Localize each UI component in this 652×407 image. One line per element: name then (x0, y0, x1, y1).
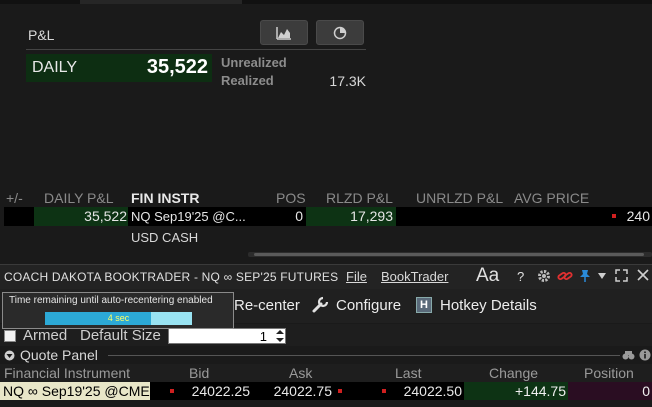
maximize-icon[interactable] (615, 269, 628, 282)
tooltip-text: Time remaining until auto-recentering en… (9, 295, 213, 306)
booktrader-title: COACH DAKOTA BOOKTRADER - NQ ∞ SEP'25 FU… (4, 270, 339, 284)
row-pos: 0 (295, 208, 303, 224)
unrealized-label: Unrealized (221, 55, 287, 70)
quote-panel-divider (108, 355, 620, 356)
countdown-label: 4 sec (107, 313, 130, 323)
row-instrument: NQ Sep19'25 @C... (131, 209, 246, 224)
daily-label: DAILY (32, 59, 78, 76)
col-header-rlzd-pnl[interactable]: RLZD P&L (326, 190, 393, 206)
area-chart-icon (276, 26, 291, 40)
wrench-icon (312, 296, 329, 313)
col-header-change[interactable]: +/- (6, 190, 23, 206)
col-header-unrlzd-pnl[interactable]: UNRLZD P&L (416, 190, 503, 206)
scrollbar-thumb[interactable] (254, 253, 644, 256)
recenter-button[interactable]: Re-center (234, 297, 300, 314)
col-header-fin-instr[interactable]: FIN INSTR (131, 190, 199, 206)
row-avg-price: 240 (626, 208, 650, 224)
size-stepper-icon[interactable] (275, 329, 285, 343)
close-icon[interactable] (637, 269, 649, 281)
quote-header-change[interactable]: Change (489, 365, 538, 381)
help-icon[interactable]: ? (517, 269, 524, 284)
pnl-divider (26, 49, 366, 50)
hotkey-details-button[interactable]: Hotkey Details (440, 297, 537, 314)
bid-marker-icon (170, 389, 174, 393)
menu-file[interactable]: File (346, 269, 367, 284)
horizontal-scrollbar[interactable] (248, 252, 652, 257)
info-icon[interactable] (639, 349, 651, 361)
quote-header-position[interactable]: Position (584, 365, 634, 381)
armed-checkbox[interactable] (4, 330, 16, 342)
quote-bid: 24022.25 (191, 383, 250, 399)
collapse-icon[interactable] (4, 350, 15, 361)
quote-header-last[interactable]: Last (395, 365, 421, 381)
quote-position: 0 (642, 383, 650, 399)
tab-strip (0, 0, 652, 4)
quote-change: +144.75 (515, 383, 566, 399)
quote-header-ask[interactable]: Ask (289, 365, 312, 381)
col-header-pos[interactable]: POS (276, 190, 306, 206)
default-size-label: Default Size (80, 327, 161, 344)
realized-label: Realized (221, 73, 274, 88)
countdown-progress-bar: 4 sec (45, 312, 192, 325)
quote-ask: 24022.75 (273, 383, 332, 399)
quote-header-instrument[interactable]: Financial Instrument (4, 365, 130, 381)
pnl-title: P&L (28, 27, 55, 43)
row-rlzd-pnl: 17,293 (350, 208, 393, 224)
row-daily-pnl: 35,522 (84, 208, 127, 224)
link-icon[interactable] (557, 269, 573, 283)
quote-instrument: NQ ∞ Sep19'25 @CME (3, 383, 150, 399)
order-marker-icon (612, 214, 616, 218)
quote-panel-label[interactable]: Quote Panel (20, 347, 98, 363)
cash-label: USD CASH (131, 230, 199, 245)
pin-icon[interactable] (579, 269, 591, 283)
menu-booktrader[interactable]: BookTrader (381, 269, 448, 284)
gear-icon[interactable] (537, 269, 551, 283)
active-tab[interactable] (80, 0, 242, 4)
realized-value: 17.3K (329, 73, 366, 89)
binoculars-icon[interactable] (622, 349, 635, 361)
col-header-daily-pnl[interactable]: DAILY P&L (44, 190, 114, 206)
recenter-tooltip: Time remaining until auto-recentering en… (2, 292, 234, 329)
quote-header-bid[interactable]: Bid (189, 365, 209, 381)
default-size-value: 1 (259, 329, 267, 344)
default-size-input[interactable]: 1 (168, 328, 286, 344)
quote-last: 24022.50 (403, 383, 462, 399)
ask-marker-icon (338, 389, 342, 393)
configure-button[interactable]: Configure (336, 297, 401, 314)
last-marker-icon (382, 389, 386, 393)
pie-chart-icon (333, 26, 347, 39)
daily-value: 35,522 (146, 56, 208, 78)
hotkey-icon: H (416, 297, 432, 313)
area-chart-button[interactable] (260, 20, 308, 45)
pie-chart-button[interactable] (316, 20, 364, 45)
col-header-avg-price[interactable]: AVG PRICE (514, 190, 589, 206)
font-size-icon[interactable]: Aa (476, 265, 499, 287)
dropdown-arrow-icon[interactable] (597, 272, 607, 280)
armed-label: Armed (23, 327, 68, 344)
